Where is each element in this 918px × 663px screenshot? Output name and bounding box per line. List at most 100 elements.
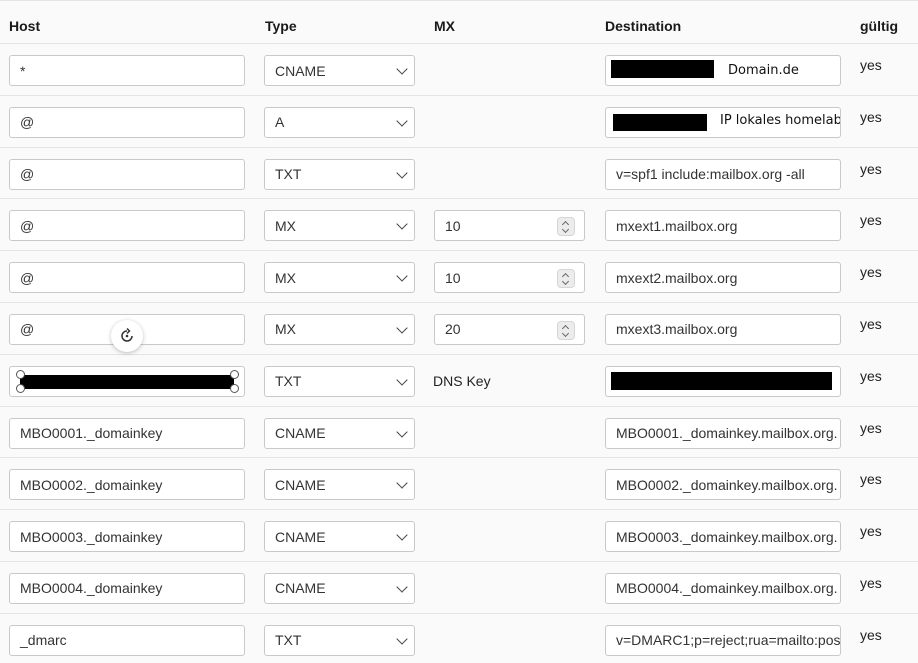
- table-row: @ A IP lokales homelab yes: [0, 95, 918, 148]
- type-value: CNAME: [275, 476, 326, 493]
- redacted-block: [20, 374, 234, 389]
- destination-value: MBO0002._domainkey.mailbox.org.: [616, 476, 838, 493]
- type-select[interactable]: MX: [264, 262, 415, 294]
- host-input[interactable]: @: [9, 210, 245, 242]
- host-input[interactable]: MBO0004._domainkey: [9, 572, 245, 604]
- table-row: MBO0002._domainkey CNAME MBO0002._domain…: [0, 458, 918, 511]
- host-input[interactable]: MBO0002._domainkey: [9, 469, 245, 501]
- valid-status: yes: [860, 108, 882, 125]
- host-value: @: [20, 114, 35, 131]
- destination-value: MBO0004._domainkey.mailbox.org.: [616, 580, 838, 597]
- redacted-block: [613, 113, 707, 131]
- table-header: Host Type MX Destination gültig: [0, 0, 918, 44]
- table-row: @ TXT v=spf1 include:mailbox.org -all ye…: [0, 147, 918, 200]
- destination-value: MBO0003._domainkey.mailbox.org.: [616, 528, 838, 545]
- destination-input[interactable]: MBO0002._domainkey.mailbox.org.: [605, 469, 841, 501]
- type-value: MX: [275, 321, 296, 338]
- host-input[interactable]: MBO0003._domainkey: [9, 521, 245, 553]
- host-input[interactable]: @: [9, 106, 245, 138]
- chevron-down-icon: [396, 270, 408, 282]
- mx-priority-input[interactable]: 10: [434, 210, 585, 242]
- type-value: MX: [275, 217, 296, 234]
- destination-input[interactable]: Domain.de: [605, 55, 841, 86]
- type-value: TXT: [275, 373, 302, 390]
- table-row: _dmarc TXT v=DMARC1;p=reject;rua=mailto:…: [0, 613, 918, 663]
- type-select[interactable]: CNAME: [264, 469, 415, 501]
- type-select[interactable]: TXT: [264, 624, 415, 656]
- type-value: MX: [275, 269, 296, 286]
- type-select[interactable]: TXT: [264, 158, 415, 190]
- column-header-destination: Destination: [605, 18, 682, 34]
- destination-input[interactable]: v=spf1 include:mailbox.org -all: [605, 158, 841, 190]
- rotate-icon: [121, 327, 133, 342]
- host-input[interactable]: _dmarc: [9, 624, 245, 656]
- column-header-valid: gültig: [860, 18, 899, 34]
- number-spinner-icon[interactable]: [557, 217, 575, 237]
- type-select[interactable]: MX: [264, 313, 415, 345]
- host-value: MBO0001._domainkey: [20, 425, 163, 442]
- destination-value: mxext3.mailbox.org: [616, 321, 738, 338]
- resize-handle[interactable]: [230, 369, 239, 379]
- host-input[interactable]: @: [9, 158, 245, 190]
- resize-handle[interactable]: [230, 383, 239, 393]
- chevron-down-icon: [396, 477, 408, 490]
- destination-input[interactable]: MBO0001._domainkey.mailbox.org.: [605, 417, 841, 449]
- type-select[interactable]: CNAME: [264, 572, 415, 604]
- host-input[interactable]: @: [9, 262, 245, 294]
- type-select[interactable]: CNAME: [264, 55, 415, 86]
- column-header-type: Type: [265, 18, 297, 34]
- mx-priority-input[interactable]: 20: [434, 313, 585, 345]
- type-select[interactable]: MX: [264, 210, 415, 242]
- chevron-down-icon: [396, 115, 408, 127]
- resize-handle[interactable]: [16, 369, 25, 379]
- chevron-down-icon: [396, 529, 408, 541]
- host-value: MBO0004._domainkey: [20, 580, 163, 597]
- table-row: TXT DNS Key yes: [0, 354, 918, 407]
- valid-status: yes: [860, 471, 882, 488]
- number-spinner-icon[interactable]: [557, 269, 575, 289]
- host-input[interactable]: *: [9, 55, 245, 86]
- table-row: @ MX 10 mxext1.mailbox.org yes: [0, 199, 918, 252]
- redacted-block: [611, 60, 714, 78]
- destination-input[interactable]: mxext2.mailbox.org: [605, 262, 841, 294]
- destination-input[interactable]: MBO0003._domainkey.mailbox.org.: [605, 521, 841, 553]
- chevron-down-icon: [396, 633, 408, 645]
- type-value: CNAME: [275, 62, 326, 79]
- rotate-button[interactable]: [111, 320, 143, 352]
- chevron-down-icon: [396, 166, 408, 179]
- mx-priority-input[interactable]: 10: [434, 262, 585, 294]
- valid-status: yes: [860, 367, 882, 384]
- destination-input[interactable]: MBO0004._domainkey.mailbox.org.: [605, 572, 841, 604]
- host-input[interactable]: [9, 365, 245, 397]
- destination-input[interactable]: v=DMARC1;p=reject;rua=mailto:postmaster: [605, 624, 841, 656]
- dns-records-table: Host Type MX Destination gültig * CNAME …: [0, 0, 918, 663]
- type-value: CNAME: [275, 528, 326, 545]
- valid-status: yes: [860, 160, 882, 177]
- type-value: A: [275, 114, 285, 131]
- table-row: MBO0003._domainkey CNAME MBO0003._domain…: [0, 510, 918, 562]
- destination-input[interactable]: mxext1.mailbox.org: [605, 210, 841, 242]
- chevron-down-icon: [396, 322, 408, 334]
- destination-value: mxext1.mailbox.org: [616, 217, 738, 234]
- resize-handle[interactable]: [16, 383, 25, 393]
- valid-status: yes: [860, 212, 882, 229]
- valid-status: yes: [860, 626, 882, 643]
- type-select[interactable]: TXT: [264, 365, 415, 397]
- destination-input[interactable]: mxext3.mailbox.org: [605, 313, 841, 345]
- host-input[interactable]: MBO0001._domainkey: [9, 417, 245, 449]
- destination-input[interactable]: IP lokales homelab: [605, 106, 841, 138]
- type-select[interactable]: CNAME: [264, 417, 415, 449]
- table-row: MBO0004._domainkey CNAME MBO0004._domain…: [0, 561, 918, 614]
- host-value: MBO0003._domainkey: [20, 528, 163, 545]
- host-value: *: [20, 62, 26, 79]
- number-spinner-icon[interactable]: [557, 320, 575, 340]
- column-header-host: Host: [9, 18, 41, 34]
- mx-value: 20: [445, 321, 461, 338]
- host-value: MBO0002._domainkey: [20, 476, 163, 493]
- valid-status: yes: [860, 419, 882, 436]
- type-select[interactable]: CNAME: [264, 521, 415, 553]
- destination-input[interactable]: [605, 365, 841, 397]
- chevron-down-icon: [396, 581, 408, 593]
- table-row: @ MX 10 mxext2.mailbox.org yes: [0, 251, 918, 303]
- type-select[interactable]: A: [264, 106, 415, 138]
